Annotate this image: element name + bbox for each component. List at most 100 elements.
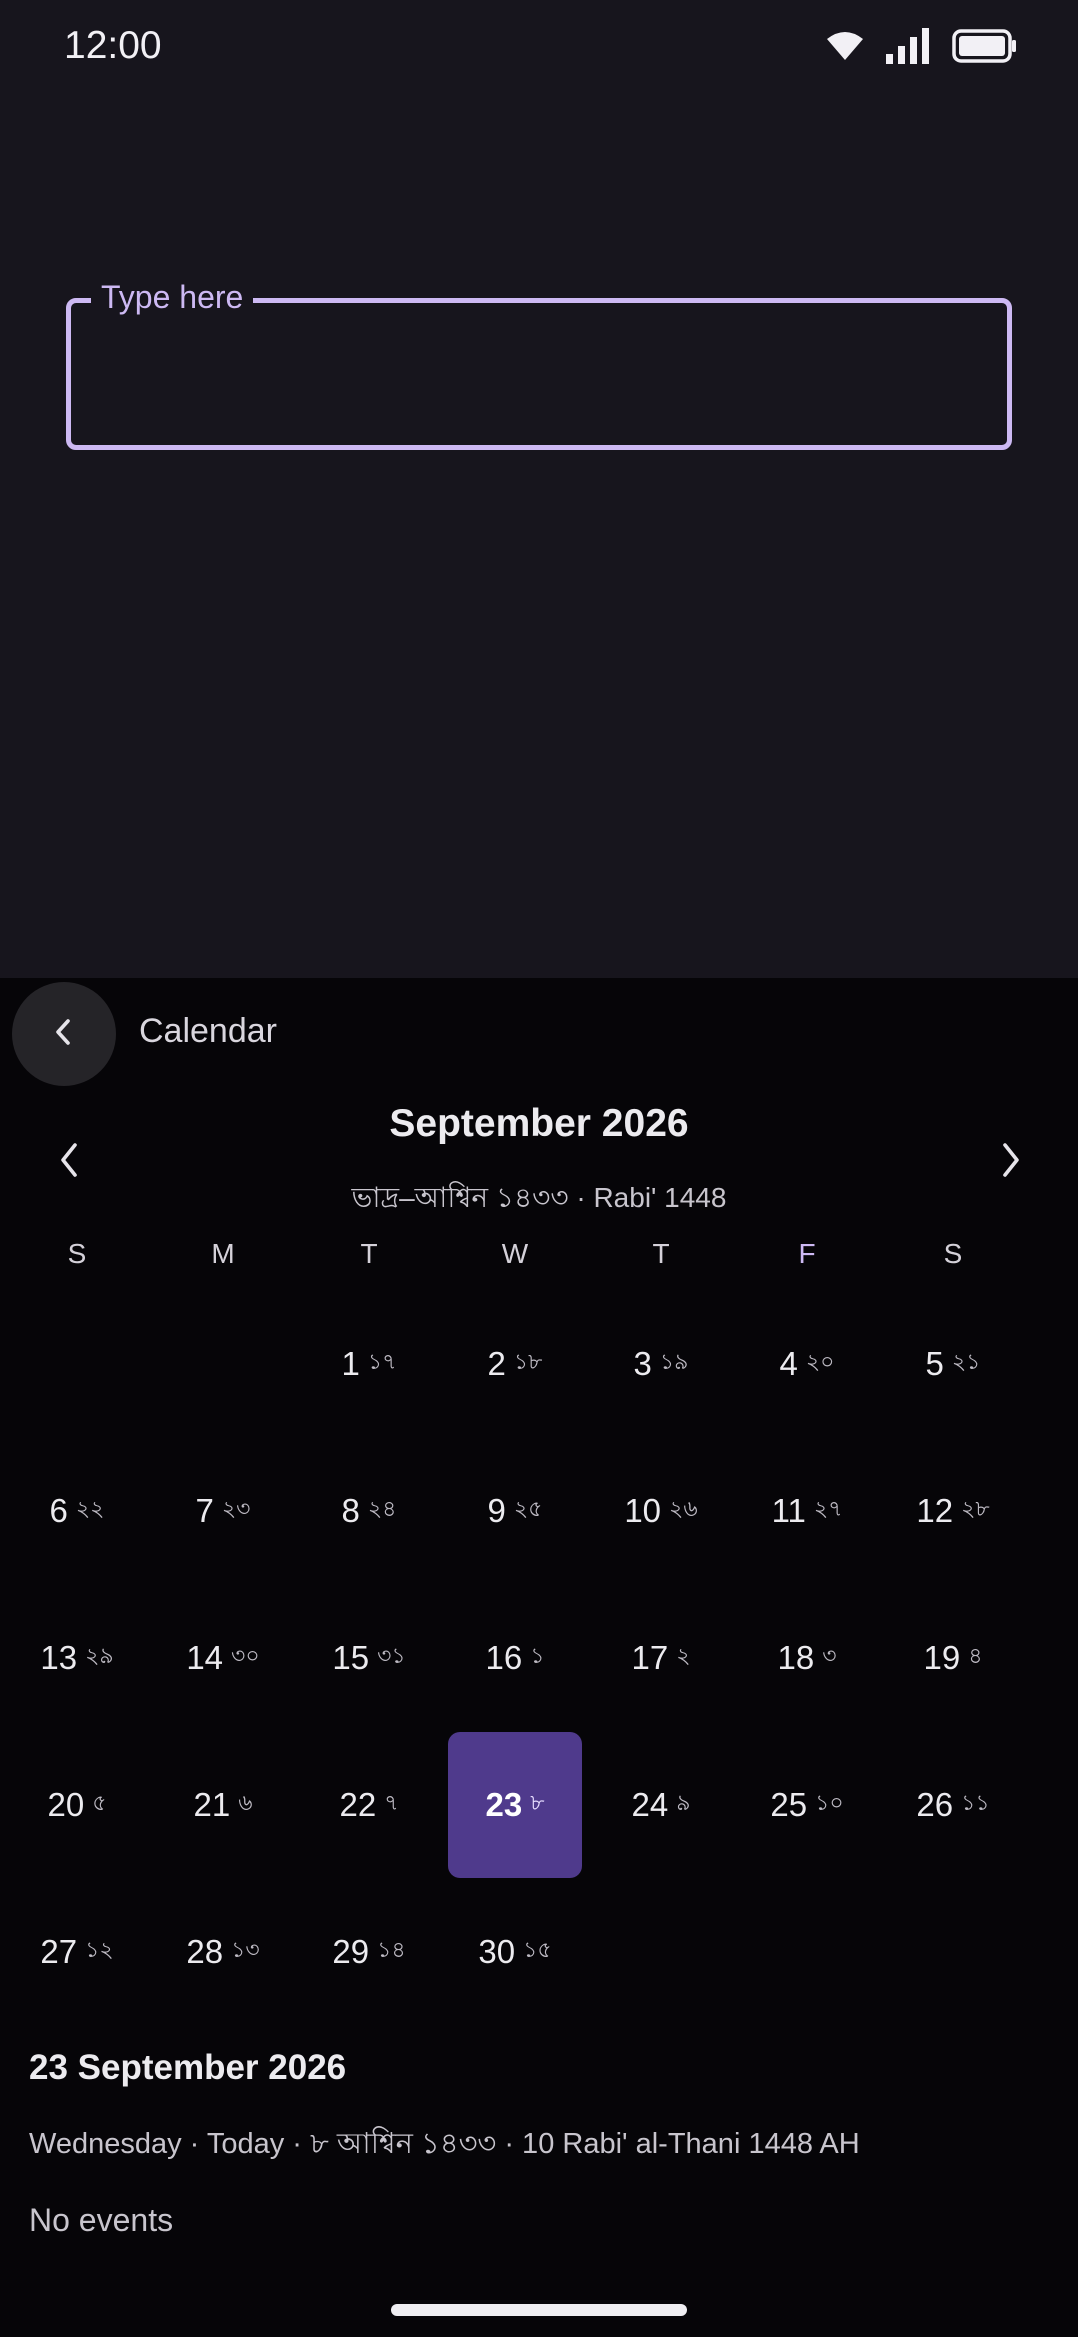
day-number: 10: [624, 1491, 662, 1529]
day-cell: 30 ১৫: [448, 1879, 582, 2025]
calendar-week-row: 13 ২৯ 14 ৩০ 15 ৩১ 16 ১ 17 ২ 18 ৩ 19 ৪: [4, 1584, 1074, 1731]
bengali-day-number: ১: [530, 1643, 545, 1668]
calendar-day[interactable]: 27 ১২: [4, 1878, 150, 2025]
day-number: 28: [186, 1932, 224, 1970]
bengali-day-number: ২১: [951, 1349, 981, 1374]
top-area: 12:00 Type here: [0, 0, 1078, 978]
empty-day-cell: [150, 1290, 296, 1437]
calendar-day[interactable]: 9 ২৫: [442, 1437, 588, 1584]
day-number: 27: [40, 1932, 78, 1970]
bengali-day-number: ২৫: [513, 1496, 543, 1521]
type-here-field[interactable]: Type here: [66, 277, 1012, 450]
calendar-day[interactable]: 18 ৩: [734, 1584, 880, 1731]
calendar-day[interactable]: 23 ৮: [442, 1731, 588, 1878]
day-number: 21: [193, 1785, 231, 1823]
calendar-day[interactable]: 20 ৫: [4, 1731, 150, 1878]
day-number: 6: [49, 1491, 68, 1529]
day-number: 16: [485, 1638, 523, 1676]
home-indicator[interactable]: [391, 2304, 687, 2316]
day-number: 22: [339, 1785, 377, 1823]
bengali-day-number: ২: [676, 1643, 691, 1668]
calendar-day[interactable]: 28 ১৩: [150, 1878, 296, 2025]
day-number: 17: [631, 1638, 669, 1676]
bengali-day-number: ৯: [676, 1790, 691, 1815]
bengali-day-number: ১৩: [231, 1937, 260, 1962]
calendar-day[interactable]: 3 ১৯: [588, 1290, 734, 1437]
bengali-day-number: ২৭: [813, 1496, 843, 1521]
calendar-day[interactable]: 10 ২৬: [588, 1437, 734, 1584]
day-number: 14: [186, 1638, 224, 1676]
day-cell: 13 ২৯: [10, 1585, 144, 1731]
chevron-right-icon: [995, 1141, 1025, 1184]
calendar-day[interactable]: 30 ১৫: [442, 1878, 588, 2025]
calendar-day[interactable]: 17 ২: [588, 1584, 734, 1731]
day-cell: 17 ২: [594, 1585, 728, 1731]
empty-day-cell: [734, 1878, 880, 2025]
calendar-day[interactable]: 13 ২৯: [4, 1584, 150, 1731]
calendar-day[interactable]: 5 ২১: [880, 1290, 1026, 1437]
day-cell: 25 ১০: [740, 1732, 874, 1878]
calendar-day[interactable]: 29 ১৪: [296, 1878, 442, 2025]
calendar-day[interactable]: 22 ৭: [296, 1731, 442, 1878]
selected-day-highlight: 23 ৮: [448, 1731, 582, 1878]
day-number: 12: [916, 1491, 954, 1529]
empty-day-cell: [880, 1878, 1026, 2025]
calendar-day[interactable]: 15 ৩১: [296, 1584, 442, 1731]
calendar-day[interactable]: 16 ১: [442, 1584, 588, 1731]
chevron-left-icon: [49, 1017, 79, 1052]
bengali-day-number: ৩: [822, 1643, 837, 1668]
weekday-label: S: [67, 1238, 87, 1269]
bengali-day-number: ১২: [85, 1937, 114, 1962]
calendar-week-row: 6 ২২ 7 ২৩ 8 ২৪ 9 ২৫ 10 ২৬ 11 ২৭ 12 ২৮: [4, 1437, 1074, 1584]
events-status: No events: [29, 2202, 174, 2238]
day-cell: 21 ৬: [156, 1732, 290, 1878]
calendar-day[interactable]: 4 ২০: [734, 1290, 880, 1437]
day-number: 13: [40, 1638, 78, 1676]
day-cell: 14 ৩০: [156, 1585, 290, 1731]
calendar-day[interactable]: 25 ১০: [734, 1731, 880, 1878]
previous-month-button[interactable]: [46, 1138, 94, 1186]
day-number: 30: [478, 1932, 516, 1970]
month-title: September 2026: [389, 1102, 689, 1145]
calendar-day[interactable]: 8 ২৪: [296, 1437, 442, 1584]
calendar-sheet: Calendar September 2026 ভাদ্র–আশ্বিন ১৪৩…: [0, 978, 1078, 2337]
day-cell: 7 ২৩: [156, 1438, 290, 1584]
bengali-day-number: ৪: [968, 1643, 983, 1668]
next-month-button[interactable]: [986, 1138, 1034, 1186]
bengali-day-number: ২৩: [221, 1496, 251, 1521]
day-cell: 9 ২৫: [448, 1438, 582, 1584]
bengali-day-number: ১৭: [367, 1349, 397, 1374]
day-cell: 26 ১১: [886, 1732, 1020, 1878]
calendar-day[interactable]: 19 ৪: [880, 1584, 1026, 1731]
day-cell: 27 ১২: [10, 1879, 144, 2025]
wifi-icon: [826, 31, 864, 61]
type-here-input[interactable]: [95, 333, 985, 413]
back-button[interactable]: [12, 982, 116, 1086]
sheet-title: Calendar: [139, 1012, 277, 1050]
calendar-day[interactable]: 6 ২২: [4, 1437, 150, 1584]
calendar-day[interactable]: 24 ৯: [588, 1731, 734, 1878]
calendar-day[interactable]: 7 ২৩: [150, 1437, 296, 1584]
bengali-day-number: ২৬: [669, 1496, 698, 1521]
day-number: 1: [341, 1344, 360, 1382]
calendar-week-row: 27 ১২ 28 ১৩ 29 ১৪ 30 ১৫: [4, 1878, 1074, 2025]
calendar-week-row: 1 ১৭ 2 ১৮ 3 ১৯ 4 ২০ 5 ২১: [4, 1290, 1074, 1437]
calendar-day[interactable]: 1 ১৭: [296, 1290, 442, 1437]
bengali-day-number: ৬: [238, 1790, 253, 1815]
status-icons: [826, 28, 1018, 64]
weekday-label: S: [943, 1238, 963, 1269]
bengali-day-number: ৮: [530, 1790, 545, 1815]
calendar-day[interactable]: 11 ২৭: [734, 1437, 880, 1584]
calendar-day[interactable]: 21 ৬: [150, 1731, 296, 1878]
calendar-day[interactable]: 14 ৩০: [150, 1584, 296, 1731]
day-cell: 1 ১৭: [302, 1291, 436, 1437]
day-cell: 28 ১৩: [156, 1879, 290, 2025]
calendar-week-row: 20 ৫ 21 ৬ 22 ৭ 23 ৮ 24 ৯ 25 ১০ 26 ১১: [4, 1731, 1074, 1878]
calendar-day[interactable]: 12 ২৮: [880, 1437, 1026, 1584]
battery-icon: [952, 29, 1018, 63]
day-number: 11: [771, 1491, 806, 1529]
day-cell: 8 ২৪: [302, 1438, 436, 1584]
calendar-day[interactable]: 2 ১৮: [442, 1290, 588, 1437]
day-number: 7: [195, 1491, 214, 1529]
calendar-day[interactable]: 26 ১১: [880, 1731, 1026, 1878]
